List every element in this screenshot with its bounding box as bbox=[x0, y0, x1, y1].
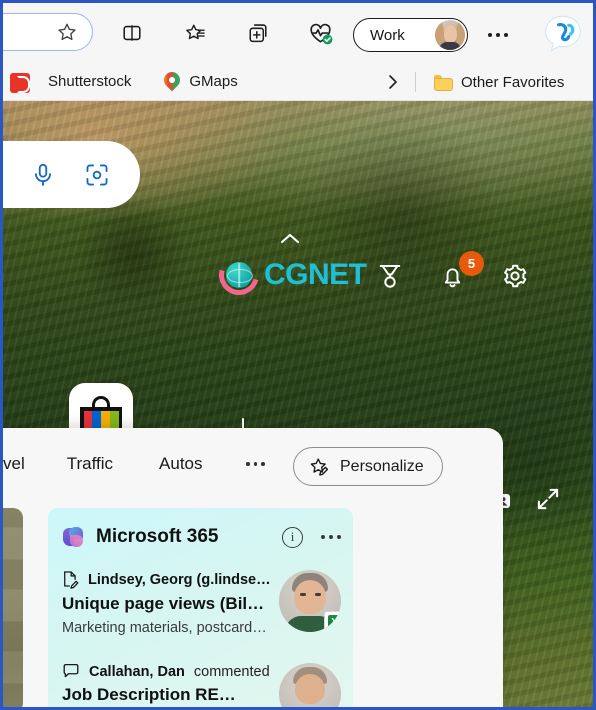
settings-and-more-button[interactable] bbox=[483, 21, 513, 49]
avatar bbox=[279, 663, 341, 707]
copilot-icon[interactable] bbox=[542, 13, 584, 55]
google-maps-icon bbox=[161, 68, 184, 92]
profile-label: Work bbox=[370, 26, 405, 44]
feed-cards: Microsoft 365 i Lindsey, Georg (g.lindse… bbox=[3, 500, 503, 707]
list-item-meta: Lindsey, Georg (g.lindsey@c… bbox=[62, 570, 271, 589]
card-title: Microsoft 365 bbox=[96, 526, 219, 547]
cgnet-globe-icon bbox=[211, 247, 267, 303]
list-item-action: commented bbox=[193, 663, 270, 680]
address-bar[interactable] bbox=[3, 13, 93, 51]
info-icon[interactable]: i bbox=[282, 526, 303, 548]
tab-autos[interactable]: Autos bbox=[149, 448, 212, 480]
split-screen-icon[interactable] bbox=[115, 16, 149, 50]
browser-toolbar: Work bbox=[3, 3, 593, 63]
feed-panel-right-gutter bbox=[371, 508, 501, 707]
browser-essentials-icon[interactable] bbox=[303, 16, 337, 50]
content-feed-panel: vel Traffic Autos Personalize Microsoft … bbox=[3, 428, 503, 707]
favorites-divider bbox=[415, 72, 416, 92]
card-actions: i bbox=[282, 526, 341, 548]
rewards-medal-icon[interactable] bbox=[373, 259, 407, 293]
card-header: Microsoft 365 i bbox=[62, 526, 341, 548]
search-box[interactable] bbox=[3, 141, 140, 208]
browser-window: Work Shutterstock GMaps Other Favorites … bbox=[0, 0, 596, 710]
profile-button[interactable]: Work bbox=[353, 18, 468, 52]
list-item[interactable]: Callahan, Dan commented Job Description … bbox=[62, 663, 341, 707]
favorite-other-favorites[interactable]: Other Favorites bbox=[427, 70, 571, 95]
list-item[interactable]: Lindsey, Georg (g.lindsey@c… Unique page… bbox=[62, 570, 341, 636]
list-item-meta: Callahan, Dan commented bbox=[62, 663, 271, 680]
avatar bbox=[435, 20, 465, 50]
list-item-body: Callahan, Dan commented Job Description … bbox=[62, 663, 279, 705]
favorite-gmaps[interactable]: GMaps bbox=[156, 68, 244, 96]
list-item-title: Unique page views (Bilodea… bbox=[62, 594, 271, 613]
tab-travel[interactable]: vel bbox=[3, 448, 35, 480]
expand-icon[interactable] bbox=[531, 482, 565, 516]
favorite-label: Other Favorites bbox=[461, 74, 565, 91]
feed-card-partial-left[interactable] bbox=[3, 508, 23, 707]
favorites-list-icon[interactable] bbox=[178, 16, 212, 50]
microsoft-365-icon bbox=[62, 526, 84, 548]
collections-icon[interactable] bbox=[241, 16, 275, 50]
list-item-sender: Callahan, Dan bbox=[89, 663, 185, 680]
list-item-subtitle: Marketing materials, postcards,… bbox=[62, 620, 271, 636]
tab-overflow-button[interactable] bbox=[239, 450, 273, 478]
notification-count-badge[interactable]: 5 bbox=[459, 251, 484, 276]
list-item-title: Job Description RE… bbox=[62, 685, 236, 704]
personalize-label: Personalize bbox=[340, 457, 424, 475]
visual-search-icon[interactable] bbox=[80, 158, 114, 192]
cgnet-wordmark: CGNET bbox=[264, 258, 367, 291]
comment-icon bbox=[62, 663, 80, 680]
list-item-body: Lindsey, Georg (g.lindsey@c… Unique page… bbox=[62, 570, 279, 636]
add-to-favorites-star-icon[interactable] bbox=[52, 17, 82, 47]
personalize-button[interactable]: Personalize bbox=[293, 447, 443, 486]
microphone-icon[interactable] bbox=[26, 158, 60, 192]
feed-card-microsoft-365[interactable]: Microsoft 365 i Lindsey, Georg (g.lindse… bbox=[48, 508, 353, 707]
list-item-sender: Lindsey, Georg (g.lindsey@c… bbox=[88, 571, 271, 588]
card-more-options-button[interactable] bbox=[321, 535, 341, 539]
gear-icon[interactable] bbox=[498, 259, 532, 293]
favorite-label: GMaps bbox=[189, 73, 238, 90]
tab-traffic[interactable]: Traffic bbox=[57, 448, 123, 480]
avatar: X bbox=[279, 570, 341, 632]
cgnet-logo[interactable]: CGNET bbox=[211, 247, 367, 303]
shutterstock-icon bbox=[10, 72, 40, 93]
excel-badge-letter: X bbox=[327, 614, 341, 631]
browser-chrome: Work Shutterstock GMaps Other Favorites bbox=[3, 3, 593, 101]
new-tab-page: CGNET 5 vel Traffic Autos Personalize Mi… bbox=[3, 101, 593, 707]
folder-icon bbox=[434, 74, 453, 91]
collapse-chevron-up-icon[interactable] bbox=[275, 229, 305, 249]
excel-file-badge-icon: X bbox=[324, 611, 341, 632]
document-edit-icon bbox=[62, 570, 79, 589]
favorites-bar: Shutterstock GMaps Other Favorites bbox=[3, 63, 593, 101]
favorite-label: Shutterstock bbox=[48, 73, 132, 90]
favorites-overflow-chevron-right-icon[interactable] bbox=[381, 71, 405, 93]
star-pencil-icon bbox=[308, 456, 330, 478]
favorite-shutterstock[interactable]: Shutterstock bbox=[10, 69, 138, 95]
